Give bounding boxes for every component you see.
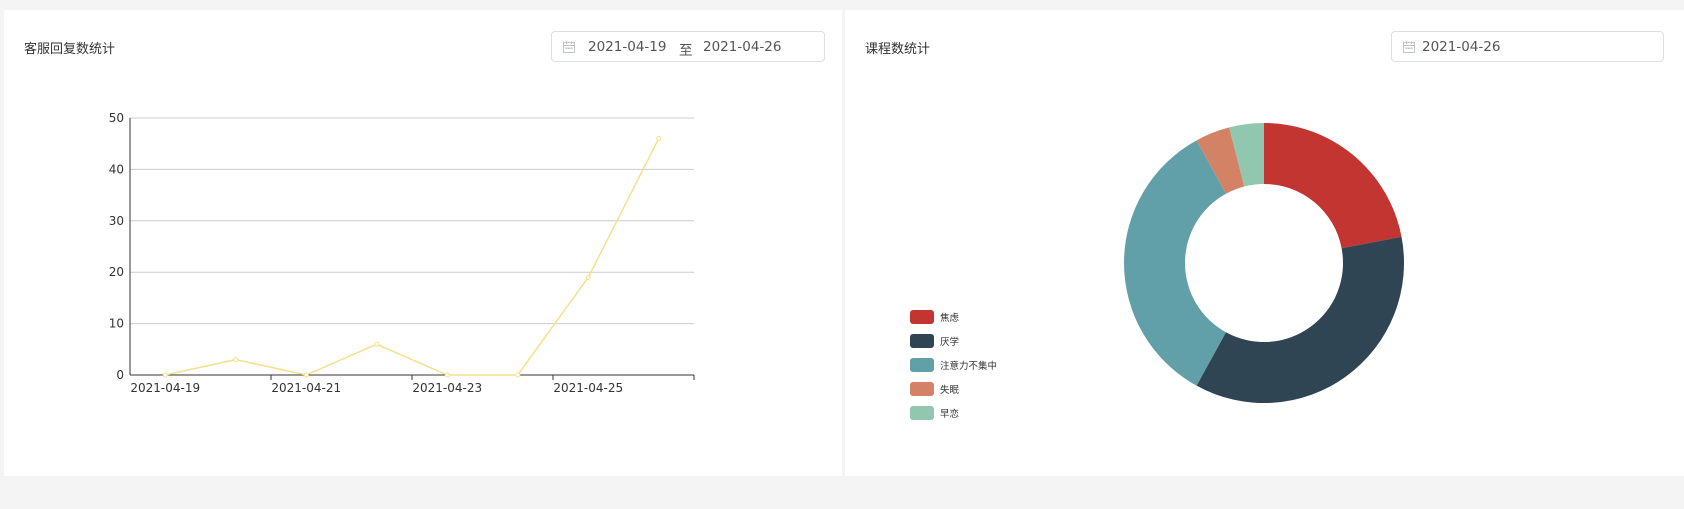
legend-label: 早恋 [940, 408, 959, 420]
y-tick-label: 10 [109, 317, 124, 331]
pie-slice [1264, 123, 1402, 249]
data-point [374, 341, 380, 347]
legend-swatch [910, 358, 934, 372]
x-tick-label: 2021-04-21 [271, 381, 341, 395]
reply-line-chart: 0 10 20 30 40 50 2021-04-19 2021-04-21 2021-04-2… [109, 111, 695, 395]
x-tick-label: 2021-04-23 [412, 381, 482, 395]
pie-slice [1124, 140, 1226, 386]
legend-swatch [910, 406, 934, 420]
data-point [233, 357, 239, 363]
x-tick-label: 2021-04-25 [553, 381, 623, 395]
data-point [515, 372, 521, 378]
pie-slice [1196, 236, 1404, 403]
data-point [162, 372, 168, 378]
y-tick-label: 30 [109, 214, 124, 228]
data-point [303, 372, 309, 378]
legend-swatch [910, 310, 934, 324]
legend-swatch [910, 382, 934, 396]
y-tick-label: 40 [109, 162, 124, 176]
x-tick-label: 2021-04-19 [130, 381, 200, 395]
data-point [444, 372, 450, 378]
legend-label: 焦虑 [940, 312, 960, 324]
y-tick-label: 20 [109, 265, 124, 279]
legend-label: 厌学 [940, 336, 959, 348]
legend-swatch [910, 334, 934, 348]
course-stats-panel: 课程数统计 2021-04-26 焦虑 厌学 注意力不集中 失眠 早恋 [845, 10, 1684, 476]
reply-stats-panel: 客服回复数统计 2021-04-19 至 2021-04-26 0 10 20 30 4… [4, 10, 842, 476]
y-tick-label: 0 [116, 368, 124, 382]
legend-label: 失眠 [940, 384, 960, 396]
course-donut-chart: 焦虑厌学注意力不集中失眠早恋 [910, 123, 1404, 420]
data-point [656, 136, 662, 142]
legend-label: 注意力不集中 [940, 360, 997, 372]
y-tick-label: 50 [109, 111, 124, 125]
data-point [585, 274, 591, 280]
series-line [165, 138, 660, 376]
